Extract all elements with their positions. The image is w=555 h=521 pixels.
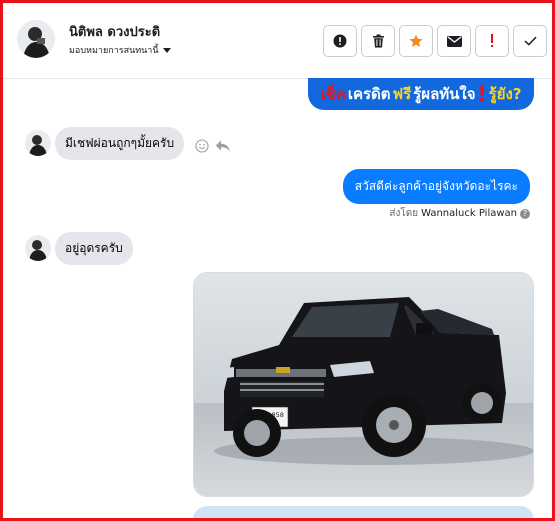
mark-spam-button[interactable]: [323, 25, 357, 57]
customer-avatar: [25, 130, 51, 156]
trash-icon: [372, 34, 384, 48]
message-bubble-incoming: มีเชฟผ่อนถูกๆมั้ยครับ: [55, 127, 185, 160]
mark-important-button[interactable]: [475, 25, 509, 57]
message-bubble-incoming: อยู่อุดรครับ: [55, 232, 133, 265]
banner-text-free: ฟรี: [392, 85, 412, 103]
promo-banner-image[interactable]: เช็ค เครดิต ฟรี รู้ผลทันใจ ! รู้ยัง?: [308, 78, 534, 110]
reply-icon[interactable]: [215, 140, 231, 152]
sent-by-label: ส่งโดย Wannaluck Pilawan ?: [389, 206, 530, 221]
banner-text-bang: !: [477, 82, 487, 106]
banner-text-know: รู้ผลทันใจ: [413, 85, 476, 103]
exclamation-icon: [491, 34, 493, 47]
emoji-react-icon[interactable]: [195, 139, 209, 153]
alert-circle-icon: [333, 34, 347, 48]
assign-label: มอบหมายการสนทนานี้: [69, 46, 159, 56]
chevron-down-icon: [162, 47, 171, 53]
message-bubble-outgoing: สวัสดีค่ะลูกค้าอยู่จังหวัดอะไรคะ: [342, 169, 530, 204]
contact-name: นิติพล ดวงประดิ: [69, 25, 161, 40]
banner-text-check: เช็ค: [320, 85, 346, 103]
conversation-header: นิติพล ดวงประดิ มอบหมายการสนทนานี้: [3, 3, 552, 79]
car-photo-attachment[interactable]: ฆพ 9858 กรุงเทพฯ: [193, 272, 534, 497]
sent-by-name: Wannaluck Pilawan: [421, 208, 517, 219]
screen-frame: นิติพล ดวงประดิ มอบหมายการสนทนานี้ เช็ค …: [0, 0, 555, 521]
info-icon[interactable]: ?: [520, 208, 530, 219]
delete-button[interactable]: [361, 25, 395, 57]
message-actions: [195, 139, 231, 153]
banner-text-know-yet: รู้ยัง?: [488, 85, 522, 103]
check-icon: [523, 36, 537, 46]
next-photo-attachment[interactable]: [193, 506, 534, 518]
customer-avatar: [25, 235, 51, 261]
mark-done-button[interactable]: [513, 25, 547, 57]
mail-icon: [446, 35, 462, 47]
mark-unread-button[interactable]: [437, 25, 471, 57]
star-icon: [409, 34, 423, 47]
banner-text-credit: เครดิต: [347, 85, 391, 103]
header-actions: [323, 25, 547, 57]
star-button[interactable]: [399, 25, 433, 57]
contact-avatar[interactable]: [17, 20, 55, 58]
sent-by-prefix: ส่งโดย: [389, 208, 419, 219]
assign-conversation-dropdown[interactable]: มอบหมายการสนทนานี้: [69, 43, 171, 57]
